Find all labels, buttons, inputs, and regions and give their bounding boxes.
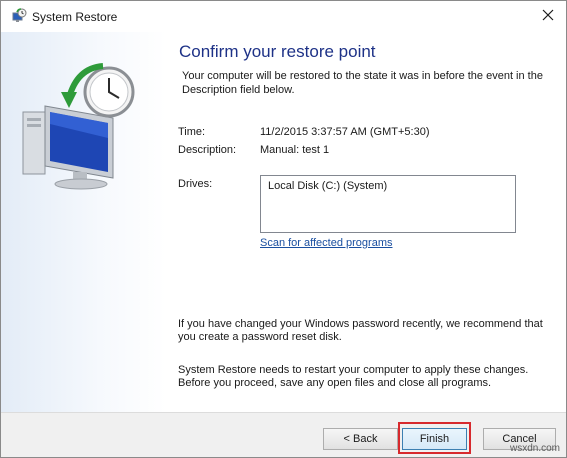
- time-value: 11/2/2015 3:37:57 AM (GMT+5:30): [260, 126, 430, 138]
- wizard-content: Confirm your restore point Your computer…: [166, 32, 566, 412]
- description-value: Manual: test 1: [260, 144, 330, 156]
- close-button[interactable]: [536, 5, 560, 27]
- drives-label: Drives:: [178, 178, 213, 190]
- system-restore-monitor-clock-icon: [15, 54, 155, 194]
- back-button[interactable]: < Back: [323, 428, 398, 450]
- drives-list[interactable]: Local Disk (C:) (System): [260, 175, 516, 233]
- password-note: If you have changed your Windows passwor…: [178, 318, 543, 343]
- close-icon: [542, 9, 554, 24]
- title-bar[interactable]: System Restore: [1, 1, 566, 32]
- button-bar: < Back Finish Cancel wsxdn.com: [1, 412, 566, 457]
- finish-button[interactable]: Finish: [402, 428, 467, 450]
- scan-affected-programs-link[interactable]: Scan for affected programs: [260, 237, 392, 249]
- drive-item[interactable]: Local Disk (C:) (System): [268, 180, 387, 192]
- description-label: Description:: [178, 144, 237, 156]
- system-restore-icon: [11, 8, 27, 24]
- watermark: wsxdn.com: [509, 443, 560, 454]
- page-title: Confirm your restore point: [179, 42, 376, 61]
- system-restore-window: System Restore Confirm your restore poin…: [0, 0, 567, 458]
- intro-text: Your computer will be restored to the st…: [182, 70, 543, 96]
- restart-note: System Restore needs to restart your com…: [178, 364, 529, 389]
- wizard-side-panel: [1, 32, 166, 412]
- time-label: Time:: [178, 126, 206, 138]
- window-title: System Restore: [32, 10, 118, 24]
